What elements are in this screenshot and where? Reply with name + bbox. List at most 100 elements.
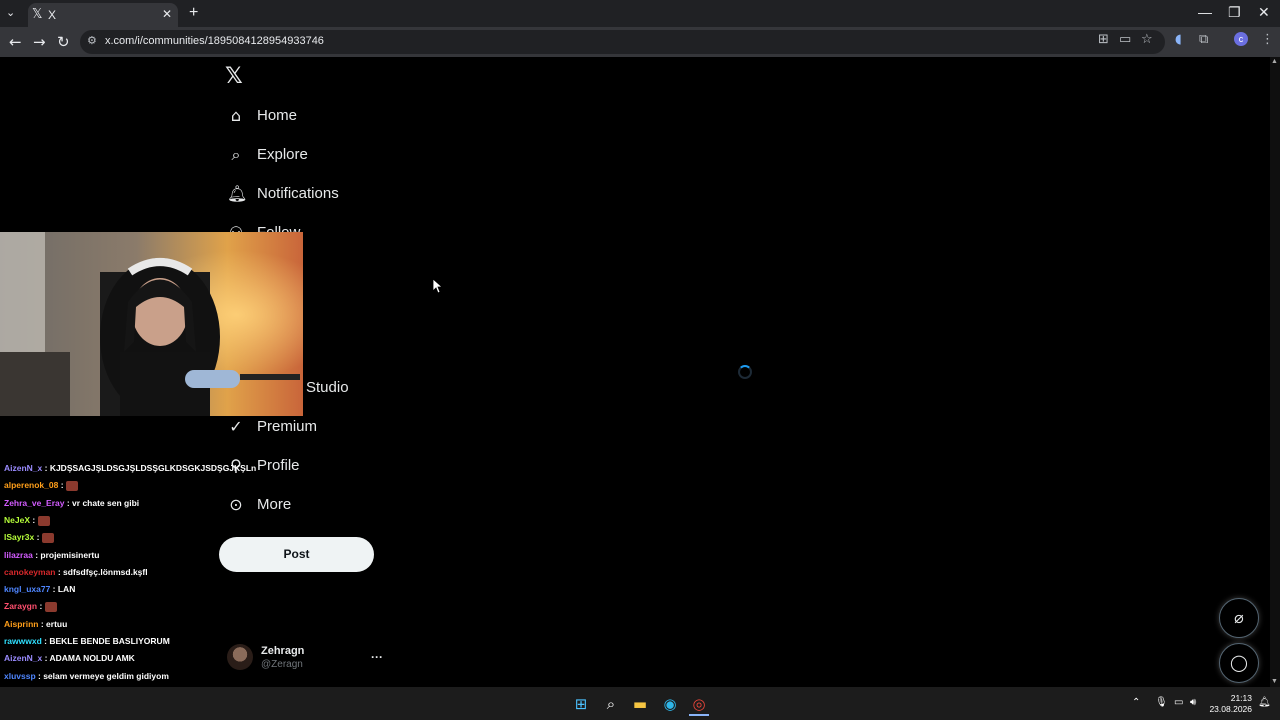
chat-text: :	[37, 601, 45, 612]
chat-text: : KJDŞSAGJŞLDSGJŞLDSŞGLKDSGKJSDŞGJKŞLn	[42, 463, 257, 473]
chat-message: NeJeX :	[4, 515, 50, 526]
chat-username: NeJeX	[4, 514, 30, 525]
tab-list-button[interactable]: ⌄	[6, 6, 15, 19]
chat-message: AizenN_x : ADAMA NOLDU AMK	[4, 653, 135, 663]
nav-label: Explore	[257, 146, 308, 163]
chat-username: xluvssp	[4, 670, 36, 681]
chat-text: :	[58, 480, 66, 491]
account-display-name[interactable]: Zehragn	[261, 645, 304, 657]
scroll-down-icon[interactable]: ▼	[1271, 678, 1278, 685]
account-more-icon[interactable]: ···	[371, 650, 383, 664]
bookmark-star-icon[interactable]: ☆	[1141, 32, 1153, 47]
chat-text: : ertuu	[38, 618, 68, 629]
address-bar[interactable]: ⚙ x.com/i/communities/189508412895493374…	[80, 30, 1165, 54]
bell-icon: 🔔︎	[227, 184, 248, 203]
premium-icon: ✓	[229, 417, 243, 436]
new-tab-button[interactable]: +	[189, 4, 198, 22]
menu-icon[interactable]: ⋮	[1261, 32, 1274, 47]
browser-tab[interactable]: 𝕏 X ✕	[28, 3, 178, 27]
chat-text: : ADAMA NOLDU AMK	[42, 653, 135, 664]
chat-username: kngl_uxa77	[4, 584, 51, 595]
chat-message: Aisprinn : ertuu	[4, 619, 67, 629]
grok-icon: ⌀	[1234, 608, 1244, 627]
search-icon[interactable]: ⌕	[601, 694, 621, 714]
chat-username: AizenN_x	[4, 653, 43, 664]
chat-message: rawwwxd : BEKLE BENDE BASLIYORUM	[4, 636, 170, 646]
tab-close-icon[interactable]: ✕	[162, 7, 172, 21]
extension-icon[interactable]: ◖	[1175, 32, 1182, 47]
microphone-icon[interactable]: 🎙︎	[1155, 697, 1168, 708]
file-explorer-icon[interactable]: ▬	[630, 694, 650, 714]
chat-text: :	[30, 514, 38, 525]
restore-button[interactable]: ❐	[1228, 4, 1241, 21]
clock-time: 21:13	[1230, 693, 1252, 703]
back-icon[interactable]: ←	[9, 33, 22, 51]
account-handle[interactable]: @Zeragn	[261, 659, 303, 670]
tab-strip: ⌄ 𝕏 X ✕ + — ❐ ✕	[0, 0, 1280, 27]
windows-start-icon[interactable]: ⊞	[571, 694, 591, 714]
tab-title: X	[48, 8, 57, 22]
grok-button[interactable]: ⌀	[1219, 598, 1259, 638]
forward-icon[interactable]: →	[33, 33, 46, 51]
nav-premium[interactable]: ✓ Premium	[220, 411, 390, 447]
messages-button[interactable]: ◯	[1219, 643, 1259, 683]
chat-username: lSayr3x	[4, 532, 35, 543]
url-text[interactable]: x.com/i/communities/1895084128954933746	[105, 35, 324, 47]
chat-text: : vr chate sen gibi	[64, 497, 140, 508]
puzzle-icon[interactable]: ⧉	[1199, 32, 1208, 47]
nav-label: More	[257, 496, 292, 513]
browser-toolbar: ← → ↻ ⚙ x.com/i/communities/189508412895…	[0, 27, 1280, 57]
chat-message: lilazraa : projemisinertu	[4, 550, 99, 560]
clock-date: 23.08.2026	[1209, 704, 1252, 714]
search-icon: ⌕	[231, 145, 241, 164]
chat-text: : projemisinertu	[32, 549, 100, 560]
webcam-image	[0, 232, 303, 416]
tray-chevron-icon[interactable]: ⌃	[1132, 697, 1140, 708]
translate-icon[interactable]: ⊞	[1098, 32, 1109, 47]
close-window-button[interactable]: ✕	[1258, 4, 1270, 21]
chat-username: rawwwxd	[4, 636, 42, 646]
chat-message: AizenN_x : KJDŞSAGJŞLDSGJŞLDSŞGLKDSGKJSD…	[4, 463, 256, 473]
nav-notifications[interactable]: 🔔︎ Notifications	[220, 178, 390, 214]
nav-more[interactable]: ⊙ More	[220, 489, 390, 525]
scroll-up-icon[interactable]: ▲	[1271, 58, 1278, 65]
system-clock[interactable]: 21:13 23.08.2026	[1208, 693, 1252, 715]
chat-text: : sdfsdfşç.lönmsd.kşfl	[55, 566, 148, 577]
chat-username: Zaraygn	[4, 601, 38, 612]
chat-emote-icon	[65, 481, 78, 492]
webcam-overlay	[0, 232, 303, 416]
nav-explore[interactable]: ⌕ Explore	[220, 139, 390, 175]
chat-text: : BEKLE BENDE BASLIYORUM	[41, 636, 170, 646]
post-button[interactable]: Post	[219, 537, 374, 572]
chat-message: lSayr3x :	[4, 532, 54, 543]
chat-username: Aisprinn	[4, 618, 39, 629]
network-icon[interactable]: ▭	[1174, 697, 1183, 708]
profile-avatar-icon[interactable]: c	[1234, 32, 1248, 46]
x-logo-icon[interactable]: 𝕏	[225, 64, 243, 89]
chat-username: AizenN_x	[4, 463, 43, 473]
home-icon: ⌂	[230, 106, 242, 125]
loading-spinner-icon	[738, 365, 752, 379]
chat-emote-icon	[44, 602, 57, 613]
minimize-button[interactable]: —	[1198, 4, 1212, 20]
chrome-icon[interactable]: ◎	[689, 694, 709, 716]
notification-bell-icon[interactable]: 🔔︎	[1258, 697, 1271, 708]
chat-username: alperenok_08	[4, 480, 59, 491]
chat-bubble-icon: ◯	[1230, 653, 1248, 672]
nav-home[interactable]: ⌂ Home	[220, 100, 390, 136]
nav-label: Studio	[306, 379, 349, 396]
volume-icon[interactable]: 🔊︎	[1190, 697, 1196, 708]
chat-message: canokeyman : sdfsdfşç.lönmsd.kşfl	[4, 567, 148, 577]
x-favicon-icon: 𝕏	[32, 7, 43, 22]
chat-username: lilazraa	[4, 549, 33, 560]
nav-label: Profile	[257, 457, 300, 474]
cast-icon[interactable]: ▭	[1119, 32, 1131, 47]
site-info-icon[interactable]: ⚙	[87, 34, 97, 47]
nav-label: Notifications	[257, 185, 339, 202]
more-circle-icon: ⊙	[229, 495, 243, 514]
chat-username: canokeyman	[4, 566, 56, 577]
avatar[interactable]	[227, 644, 253, 670]
edge-icon[interactable]: ◉	[660, 694, 680, 714]
page-scrollbar[interactable]	[1270, 57, 1280, 687]
reload-icon[interactable]: ↻	[57, 33, 70, 51]
